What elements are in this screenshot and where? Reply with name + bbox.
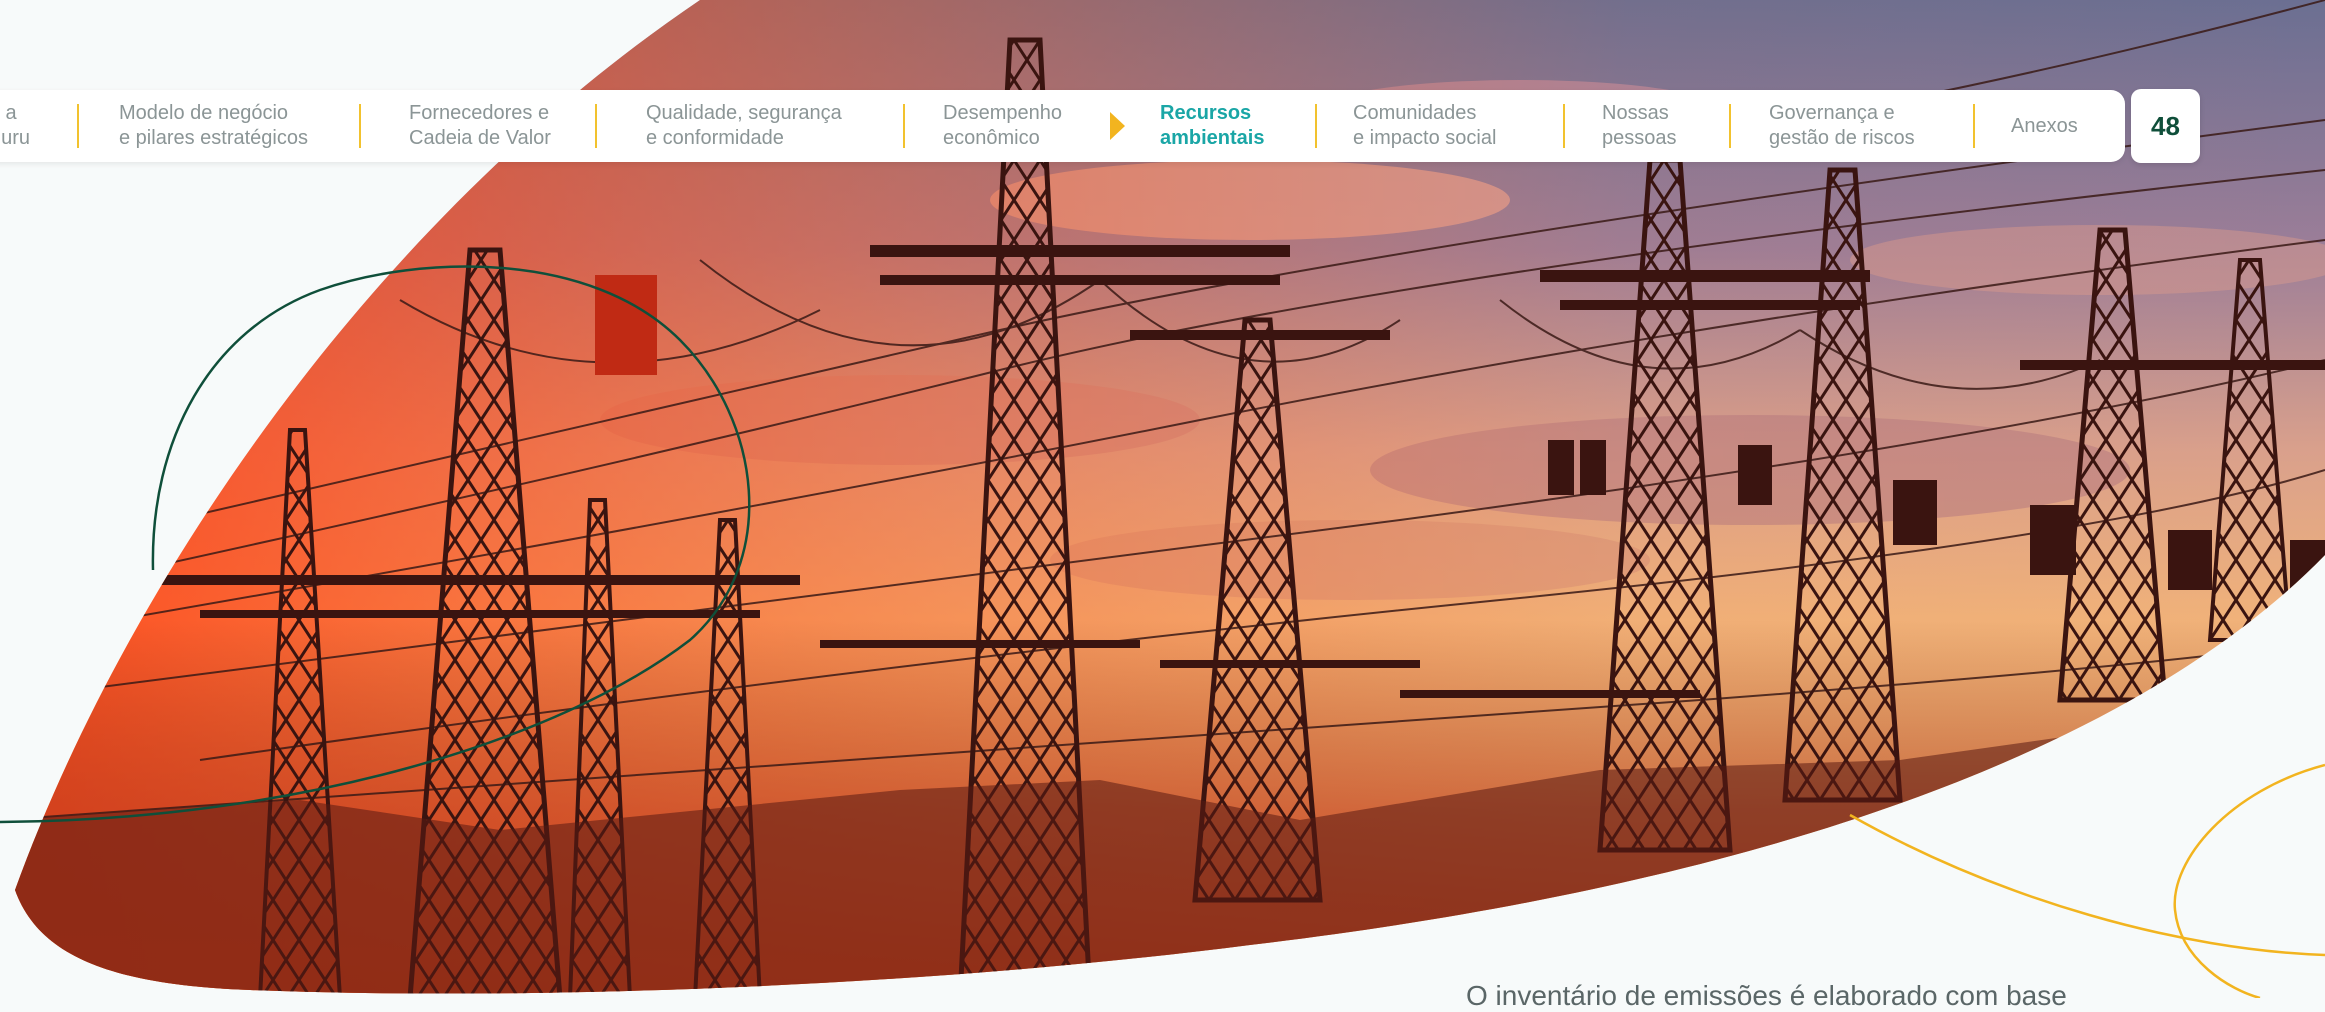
nav-item-partial-left[interactable]: s a nuru bbox=[0, 90, 30, 162]
nav-item-desempenho-economico[interactable]: Desempenho econômico bbox=[943, 90, 1062, 162]
nav-item-line2: e pilares estratégicos bbox=[119, 127, 308, 149]
nav-item-line1: Nossas bbox=[1602, 102, 1669, 124]
nav-item-line2: econômico bbox=[943, 127, 1040, 149]
nav-separator bbox=[77, 104, 79, 148]
nav-separator bbox=[903, 104, 905, 148]
nav-item-qualidade-seguranca[interactable]: Qualidade, segurança e conformidade bbox=[646, 90, 842, 162]
nav-item-line2: nuru bbox=[0, 127, 31, 149]
nav-item-line1: Governança e bbox=[1769, 102, 1895, 124]
nav-item-governanca[interactable]: Governança e gestão de riscos bbox=[1769, 90, 1915, 162]
nav-item-line1: Fornecedores e bbox=[409, 102, 550, 124]
nav-item-line1: Modelo de negócio bbox=[119, 102, 289, 124]
nav-separator bbox=[1563, 104, 1565, 148]
nav-item-line2: e impacto social bbox=[1353, 127, 1497, 149]
nav-item-modelo-de-negocio[interactable]: Modelo de negócio e pilares estratégicos bbox=[119, 90, 308, 162]
nav-item-recursos-ambientais[interactable]: Recursos ambientais bbox=[1160, 90, 1264, 162]
active-section-arrow-icon bbox=[1110, 112, 1125, 140]
nav-item-line1: Comunidades bbox=[1353, 102, 1477, 124]
nav-item-line1: Anexos bbox=[2011, 114, 2078, 137]
section-navigation-bar: s a nuru Modelo de negócio e pilares est… bbox=[0, 90, 2125, 162]
nav-item-line2: pessoas bbox=[1602, 127, 1677, 149]
nav-separator bbox=[1315, 104, 1317, 148]
nav-item-line2: e conformidade bbox=[646, 127, 784, 149]
nav-item-line1: s a bbox=[0, 102, 17, 124]
nav-item-nossas-pessoas[interactable]: Nossas pessoas bbox=[1602, 90, 1677, 162]
nav-item-anexos[interactable]: Anexos bbox=[2011, 90, 2078, 162]
nav-separator bbox=[1973, 104, 1975, 148]
body-paragraph-start: O inventário de emissões é elaborado com… bbox=[1466, 980, 2067, 1011]
nav-item-line2: Cadeia de Valor bbox=[409, 127, 551, 149]
nav-separator bbox=[1729, 104, 1731, 148]
decorative-yellow-curve bbox=[1849, 813, 2325, 957]
nav-item-line1: Desempenho bbox=[943, 102, 1062, 124]
nav-item-line1: Recursos bbox=[1160, 102, 1252, 124]
nav-separator bbox=[359, 104, 361, 148]
nav-item-comunidades[interactable]: Comunidades e impacto social bbox=[1353, 90, 1496, 162]
nav-item-line2: gestão de riscos bbox=[1769, 127, 1915, 149]
nav-item-line2: ambientais bbox=[1160, 127, 1265, 149]
nav-item-fornecedores[interactable]: Fornecedores e Cadeia de Valor bbox=[409, 90, 551, 162]
decorative-yellow-circle bbox=[2173, 763, 2325, 998]
nav-separator bbox=[595, 104, 597, 148]
nav-item-line1: Qualidade, segurança bbox=[646, 102, 842, 124]
page-number-badge: 48 bbox=[2131, 89, 2200, 163]
